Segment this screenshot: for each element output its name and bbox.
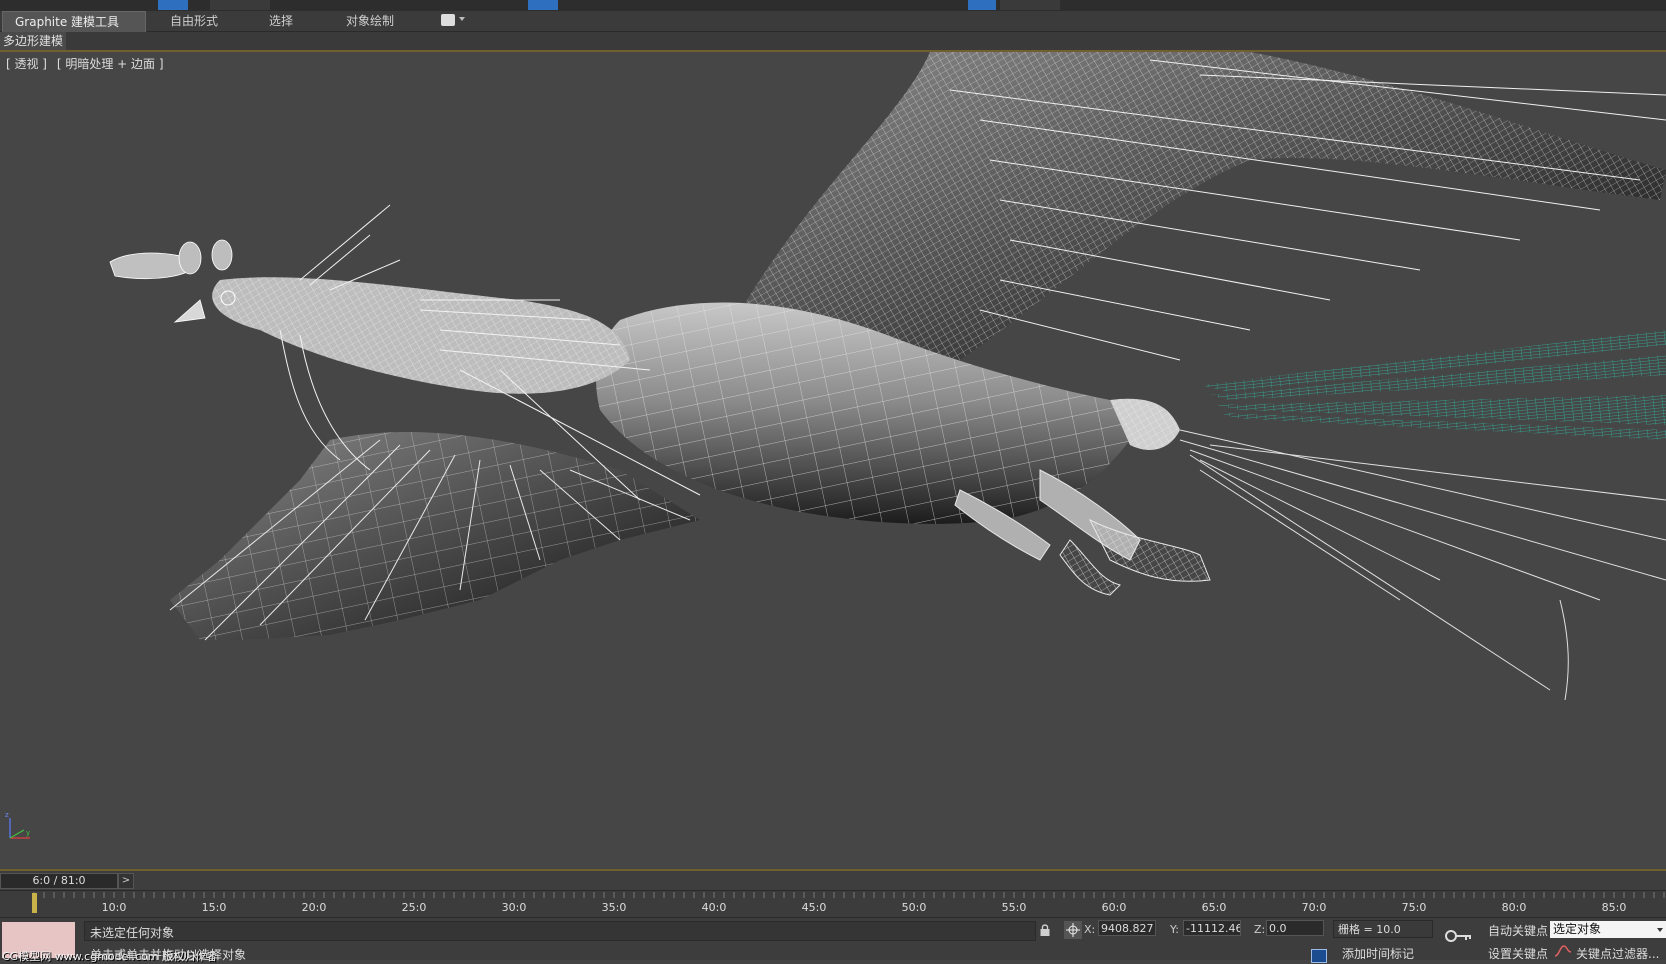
- tab-graphite-modeling[interactable]: Graphite 建模工具: [2, 11, 146, 32]
- ruler-tick-label: 60:0: [1102, 901, 1127, 914]
- z-label: Z:: [1254, 923, 1266, 936]
- ruler-tick-label: 30:0: [502, 901, 527, 914]
- lock-icon[interactable]: [1039, 923, 1051, 937]
- ruler-tick-label: 65:0: [1202, 901, 1227, 914]
- tab-selection[interactable]: 选择: [257, 11, 305, 31]
- ruler-tick-label: 15:0: [202, 901, 227, 914]
- ruler-tick-label: 45:0: [802, 901, 827, 914]
- toolbar-button[interactable]: [528, 0, 558, 10]
- tab-freeform[interactable]: 自由形式: [158, 11, 230, 31]
- y-label: Y:: [1170, 923, 1179, 936]
- toolbar-button[interactable]: [1000, 0, 1060, 10]
- current-frame-marker[interactable]: [32, 893, 37, 913]
- status-bar: CG模型网 www.cgmodel.com 版权归作者 未选定任何对象 单击或单…: [0, 917, 1666, 963]
- ruler-tick-label: 80:0: [1502, 901, 1527, 914]
- next-frame-button[interactable]: >: [118, 873, 134, 889]
- grid-size-display: 栅格 = 10.0: [1333, 920, 1433, 938]
- ruler-tick-label: 85:0: [1602, 901, 1627, 914]
- selected-tail-feathers: [1200, 330, 1666, 440]
- ruler-tick-label: 20:0: [302, 901, 327, 914]
- svg-text:y: y: [26, 829, 30, 837]
- body: [596, 302, 1180, 524]
- time-slider[interactable]: 6:0 / 81:0: [0, 873, 118, 889]
- key-selection-value: 选定对象: [1553, 922, 1602, 936]
- ruler-tick-label: 75:0: [1402, 901, 1427, 914]
- key-filters-button[interactable]: 关键点过滤器...: [1576, 945, 1659, 962]
- x-label: X:: [1084, 923, 1096, 936]
- ruler-tick-label: 50:0: [902, 901, 927, 914]
- chevron-down-icon: [1657, 928, 1663, 932]
- panel-polygon-modeling[interactable]: 多边形建模: [0, 32, 67, 50]
- time-slider-bar[interactable]: 6:0 / 81:0 >: [0, 869, 1666, 892]
- absolute-mode-icon[interactable]: [1064, 921, 1082, 939]
- chevron-down-icon[interactable]: [459, 17, 465, 21]
- ruler-tick-label: 25:0: [402, 901, 427, 914]
- ribbon-tabs: Graphite 建模工具 自由形式 选择 对象绘制: [0, 11, 1666, 32]
- tail-feathers: [1179, 429, 1666, 701]
- add-time-tag-button[interactable]: 添加时间标记: [1342, 945, 1414, 962]
- axis-gizmo-icon: z y: [5, 811, 30, 839]
- svg-text:z: z: [5, 811, 9, 819]
- crosshair-icon: [1066, 923, 1080, 937]
- perspective-viewport[interactable]: [ 透视 ] [ 明暗处理 + 边面 ] z y: [0, 52, 1666, 868]
- tab-object-paint[interactable]: 对象绘制: [334, 11, 406, 31]
- ribbon-panel-bar: 多边形建模: [0, 32, 1666, 52]
- auto-key-button[interactable]: 自动关键点: [1488, 922, 1548, 939]
- curve-icon: [1554, 945, 1572, 957]
- ruler-tick-label: 35:0: [602, 901, 627, 914]
- timeline-ruler: 10:0 15:0 20:0 25:0 30:0 35:0 40:0 45:0 50:0 55:0…: [32, 892, 1665, 914]
- z-coordinate-field[interactable]: 0.0: [1266, 920, 1324, 936]
- x-coordinate-field[interactable]: 9408.827: [1098, 920, 1156, 936]
- ribbon-options-icon[interactable]: [441, 14, 455, 26]
- time-tag-icon[interactable]: [1311, 949, 1327, 963]
- maxscript-listener[interactable]: CG模型网 www.cgmodel.com 版权归作者: [2, 922, 217, 963]
- upper-wing: [730, 52, 1666, 361]
- key-icon[interactable]: [1444, 928, 1474, 944]
- ruler-tick-label: 70:0: [1302, 901, 1327, 914]
- key-selection-dropdown[interactable]: 选定对象: [1550, 921, 1666, 938]
- phoenix-wireframe-model[interactable]: [0, 52, 1666, 868]
- lower-wing: [169, 431, 700, 641]
- y-coordinate-field[interactable]: -11112.46: [1183, 920, 1241, 936]
- prompt-line: 单击或单击并拖动以选择对象: [90, 948, 247, 962]
- toolbar-button[interactable]: [210, 0, 270, 10]
- toolbar-button[interactable]: [968, 0, 996, 10]
- ruler-tick-label: 55:0: [1002, 901, 1027, 914]
- ruler-tick-label: 40:0: [702, 901, 727, 914]
- selection-status: 未选定任何对象: [90, 926, 175, 940]
- toolbar-button[interactable]: [158, 0, 188, 10]
- status-box: 未选定任何对象: [84, 921, 1036, 941]
- ruler-tick-label: 10:0: [102, 901, 127, 914]
- set-key-button[interactable]: 设置关键点: [1488, 945, 1548, 962]
- track-bar[interactable]: 10:0 15:0 20:0 25:0 30:0 35:0 40:0 45:0 50:0 55:0…: [0, 890, 1666, 917]
